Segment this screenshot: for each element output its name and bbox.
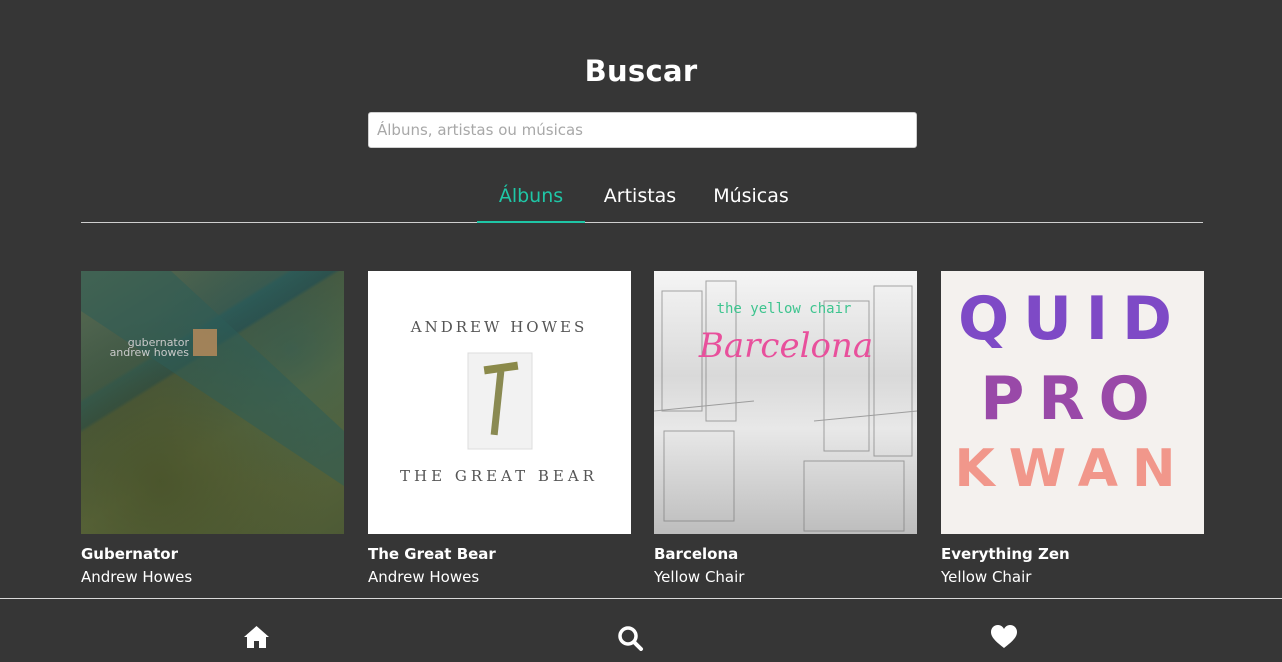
album-artist: Andrew Howes — [81, 568, 193, 586]
page-title: Buscar — [584, 54, 698, 88]
album-cover: the yellow chair Barcelona — [654, 271, 917, 534]
album-cover: QUID PRO KWAN — [941, 271, 1204, 534]
album-title: Everything Zen — [941, 545, 1070, 563]
album-card[interactable]: gubernator andrew howes Gubernator Andre… — [81, 271, 344, 589]
album-title: The Great Bear — [368, 545, 496, 563]
search-icon[interactable] — [617, 625, 645, 651]
album-cover-text: andrew howes — [110, 346, 190, 359]
album-artist: Andrew Howes — [368, 568, 480, 586]
album-cover: ANDREW HOWES THE GREAT BEAR — [368, 271, 631, 534]
album-cover: gubernator andrew howes — [81, 271, 344, 534]
tab-albums[interactable]: Álbuns — [477, 172, 585, 223]
tab-artists[interactable]: Artistas — [595, 172, 685, 222]
album-artist: Yellow Chair — [941, 568, 1032, 586]
album-title: Gubernator — [81, 545, 178, 563]
home-icon[interactable] — [243, 625, 271, 651]
album-cover-text: THE GREAT BEAR — [400, 467, 598, 485]
search-tabs: Álbuns Artistas Músicas — [81, 172, 1203, 223]
search-input[interactable] — [368, 112, 917, 148]
bottom-nav — [0, 598, 1282, 662]
album-cover-text: ANDREW HOWES — [410, 318, 587, 336]
album-cover-text: KWAN — [954, 439, 1189, 499]
album-card[interactable]: QUID PRO KWAN Everything Zen Yellow Chai… — [941, 271, 1204, 589]
album-cover-text: PRO — [980, 364, 1163, 434]
album-title: Barcelona — [654, 545, 739, 563]
album-cover-text: Barcelona — [698, 326, 873, 366]
tab-songs[interactable]: Músicas — [705, 172, 797, 222]
album-cover-text: the yellow chair — [717, 301, 852, 317]
heart-icon[interactable] — [991, 625, 1019, 651]
album-card[interactable]: ANDREW HOWES THE GREAT BEAR The Great Be… — [368, 271, 631, 589]
album-artist: Yellow Chair — [654, 568, 745, 586]
search-page: Buscar Álbuns Artistas Músicas gubernato… — [0, 0, 1282, 662]
album-card[interactable]: the yellow chair Barcelona Barcelona Yel… — [654, 271, 917, 589]
album-cover-text: QUID — [958, 284, 1186, 354]
